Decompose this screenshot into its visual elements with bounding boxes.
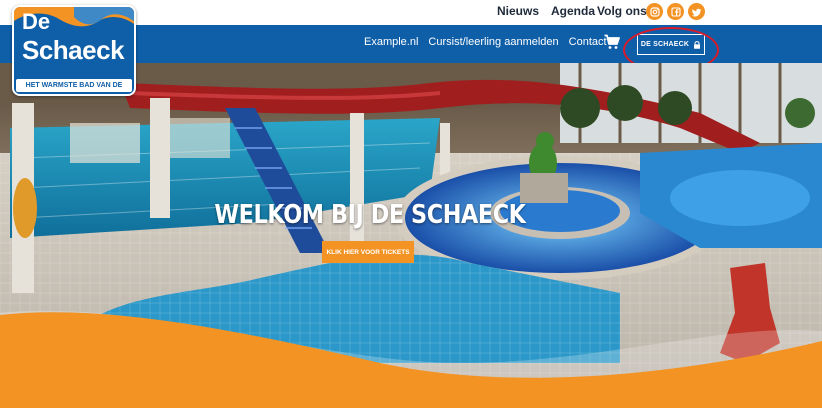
- top-links: Nieuws Agenda: [497, 4, 595, 18]
- top-link-news[interactable]: Nieuws: [497, 4, 539, 18]
- login-button-label: DE SCHAECK: [640, 41, 690, 48]
- tickets-button[interactable]: KLIK HIER VOOR TICKETS: [322, 241, 414, 263]
- hero-title: WELKOM BIJ DE SCHAECK: [214, 200, 526, 230]
- cart-icon[interactable]: [604, 34, 620, 50]
- logo-badge: De Schaeck HET WARMSTE BAD VAN DE REGIO: [12, 5, 136, 96]
- twitter-icon[interactable]: [688, 3, 705, 20]
- pool-photo: [0, 63, 822, 408]
- site-logo[interactable]: De Schaeck HET WARMSTE BAD VAN DE REGIO: [12, 5, 136, 96]
- top-link-agenda[interactable]: Agenda: [551, 4, 595, 18]
- nav-item-register[interactable]: Cursist/leerling aanmelden: [428, 36, 558, 48]
- logo-text-schaeck: Schaeck: [22, 35, 125, 65]
- instagram-icon[interactable]: [646, 3, 663, 20]
- lock-icon: [694, 40, 701, 49]
- nav-item-example[interactable]: Example.nl: [364, 36, 418, 48]
- follow-label: Volg ons:: [597, 4, 651, 18]
- logo-text-de: De: [22, 9, 51, 34]
- login-button[interactable]: DE SCHAECK: [637, 34, 705, 55]
- hero-banner: WELKOM BIJ DE SCHAECK KLIK HIER VOOR TIC…: [0, 63, 822, 408]
- nav-links: Example.nl Cursist/leerling aanmelden Co…: [364, 36, 607, 48]
- nav-item-contact[interactable]: Contact: [569, 36, 607, 48]
- logo-tagline: HET WARMSTE BAD VAN DE REGIO: [16, 79, 132, 92]
- facebook-icon[interactable]: [667, 3, 684, 20]
